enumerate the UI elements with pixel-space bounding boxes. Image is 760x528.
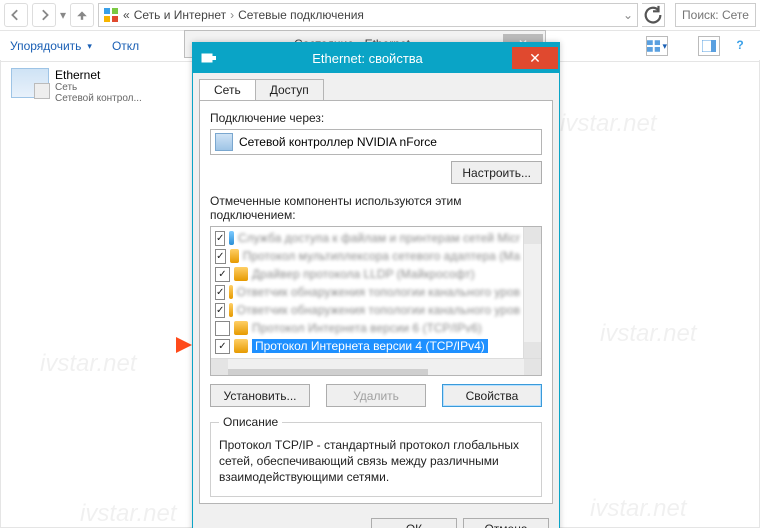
tab-strip: Сеть Доступ xyxy=(193,73,559,100)
protocol-icon xyxy=(229,285,232,299)
ethernet-properties-dialog: Ethernet: свойства ✕ Сеть Доступ Подключ… xyxy=(192,42,560,528)
dialog-title: Ethernet: свойства xyxy=(223,51,512,66)
component-label: Драйвер протокола LLDP (Майкрософт) xyxy=(252,267,475,281)
tab-access[interactable]: Доступ xyxy=(255,79,324,100)
description-group: Описание Протокол TCP/IP - стандартный п… xyxy=(210,415,542,497)
protocol-icon xyxy=(234,321,248,335)
connect-via-label: Подключение через: xyxy=(210,111,542,125)
ok-button[interactable]: ОК xyxy=(371,518,457,528)
address-bar[interactable]: « Сеть и Интернет › Сетевые подключения … xyxy=(98,3,638,27)
component-label: Ответчик обнаружения топологии канальног… xyxy=(237,303,520,317)
component-label: Ответчик обнаружения топологии канальног… xyxy=(237,285,520,299)
chevron-down-icon[interactable]: ⌄ xyxy=(623,8,633,22)
component-item[interactable]: ✓ Драйвер протокола LLDP (Майкрософт) xyxy=(211,265,524,283)
properties-button[interactable]: Свойства xyxy=(442,384,542,407)
component-label: Протокол Интернета версии 4 (TCP/IPv4) xyxy=(252,339,488,353)
horizontal-scrollbar[interactable] xyxy=(211,358,541,375)
breadcrumb-prefix: « xyxy=(123,8,130,22)
protocol-icon xyxy=(229,303,232,317)
hscroll-left-arrow[interactable] xyxy=(211,359,228,375)
search-input[interactable] xyxy=(680,7,751,23)
dialog-footer: ОК Отмена xyxy=(193,510,559,528)
refresh-button[interactable] xyxy=(642,3,665,27)
component-item[interactable]: ✓ Ответчик обнаружения топологии канально… xyxy=(211,301,524,319)
hscroll-thumb[interactable] xyxy=(228,369,428,376)
component-item[interactable]: ✓ Протокол Интернета версии 4 (TCP/IPv4) xyxy=(211,337,524,355)
component-item[interactable]: Протокол Интернета версии 6 (TCP/IPv6) xyxy=(211,319,524,337)
breadcrumb-seg2[interactable]: Сетевые подключения xyxy=(238,8,364,22)
view-icon[interactable] xyxy=(646,36,668,56)
component-item[interactable]: ✓ Служба доступа к файлам и принтерам сет… xyxy=(211,229,524,247)
vertical-scrollbar[interactable] xyxy=(523,227,541,359)
component-checkbox[interactable] xyxy=(215,321,230,336)
connection-name: Ethernet xyxy=(55,68,100,82)
component-checkbox[interactable]: ✓ xyxy=(215,339,230,354)
protocol-icon xyxy=(230,249,239,263)
component-label: Протокол мультиплексора сетевого адаптер… xyxy=(243,249,520,263)
component-item[interactable]: ✓ Ответчик обнаружения топологии канально… xyxy=(211,283,524,301)
configure-button[interactable]: Настроить... xyxy=(451,161,542,184)
adapter-box: Сетевой контроллер NVIDIA nForce xyxy=(210,129,542,155)
components-listbox[interactable]: ✓ Служба доступа к файлам и принтерам сет… xyxy=(210,226,542,376)
component-label: Служба доступа к файлам и принтерам сете… xyxy=(238,231,520,245)
uninstall-button: Удалить xyxy=(326,384,426,407)
component-checkbox[interactable]: ✓ xyxy=(215,267,230,282)
adapter-name: Сетевой контроллер NVIDIA nForce xyxy=(239,135,437,149)
disable-button[interactable]: Откл xyxy=(112,39,139,53)
close-button[interactable]: ✕ xyxy=(512,47,558,69)
component-item[interactable]: ✓ Протокол мультиплексора сетевого адапте… xyxy=(211,247,524,265)
dialog-titlebar[interactable]: Ethernet: свойства ✕ xyxy=(193,43,559,73)
hscroll-right-arrow[interactable] xyxy=(524,359,541,375)
connection-device: Сетевой контрол... xyxy=(55,93,142,104)
explorer-header: ▾ « Сеть и Интернет › Сетевые подключени… xyxy=(0,0,760,31)
search-box[interactable] xyxy=(675,3,756,27)
back-button[interactable] xyxy=(4,3,28,27)
control-panel-icon xyxy=(103,7,119,23)
protocol-icon xyxy=(234,267,248,281)
protocol-icon xyxy=(234,339,248,353)
description-legend: Описание xyxy=(219,415,282,429)
network-adapter-icon xyxy=(201,50,217,66)
component-label: Протокол Интернета версии 6 (TCP/IPv6) xyxy=(252,321,482,335)
adapter-icon xyxy=(215,133,233,151)
network-service-icon xyxy=(229,231,234,245)
tab-network[interactable]: Сеть xyxy=(199,79,256,100)
organize-menu[interactable]: Упорядочить xyxy=(10,39,92,53)
breadcrumb-sep: › xyxy=(230,8,234,22)
cancel-button[interactable]: Отмена xyxy=(463,518,549,528)
component-checkbox[interactable]: ✓ xyxy=(215,249,226,264)
install-button[interactable]: Установить... xyxy=(210,384,310,407)
breadcrumb-seg1[interactable]: Сеть и Интернет xyxy=(134,8,226,22)
up-button[interactable] xyxy=(70,3,94,27)
component-checkbox[interactable]: ✓ xyxy=(215,231,225,246)
component-checkbox[interactable]: ✓ xyxy=(215,303,225,318)
preview-pane-icon[interactable] xyxy=(698,36,720,56)
component-checkbox[interactable]: ✓ xyxy=(215,285,225,300)
arrow-pointer-icon xyxy=(176,337,192,353)
connection-status: Сеть xyxy=(55,82,142,93)
forward-button[interactable] xyxy=(32,3,56,27)
help-icon[interactable]: ? xyxy=(730,36,750,54)
tab-panel-network: Подключение через: Сетевой контроллер NV… xyxy=(199,100,553,504)
ethernet-adapter-icon xyxy=(11,68,49,98)
components-label: Отмеченные компоненты используются этим … xyxy=(210,194,542,222)
description-text: Протокол TCP/IP - стандартный протокол г… xyxy=(219,437,533,486)
